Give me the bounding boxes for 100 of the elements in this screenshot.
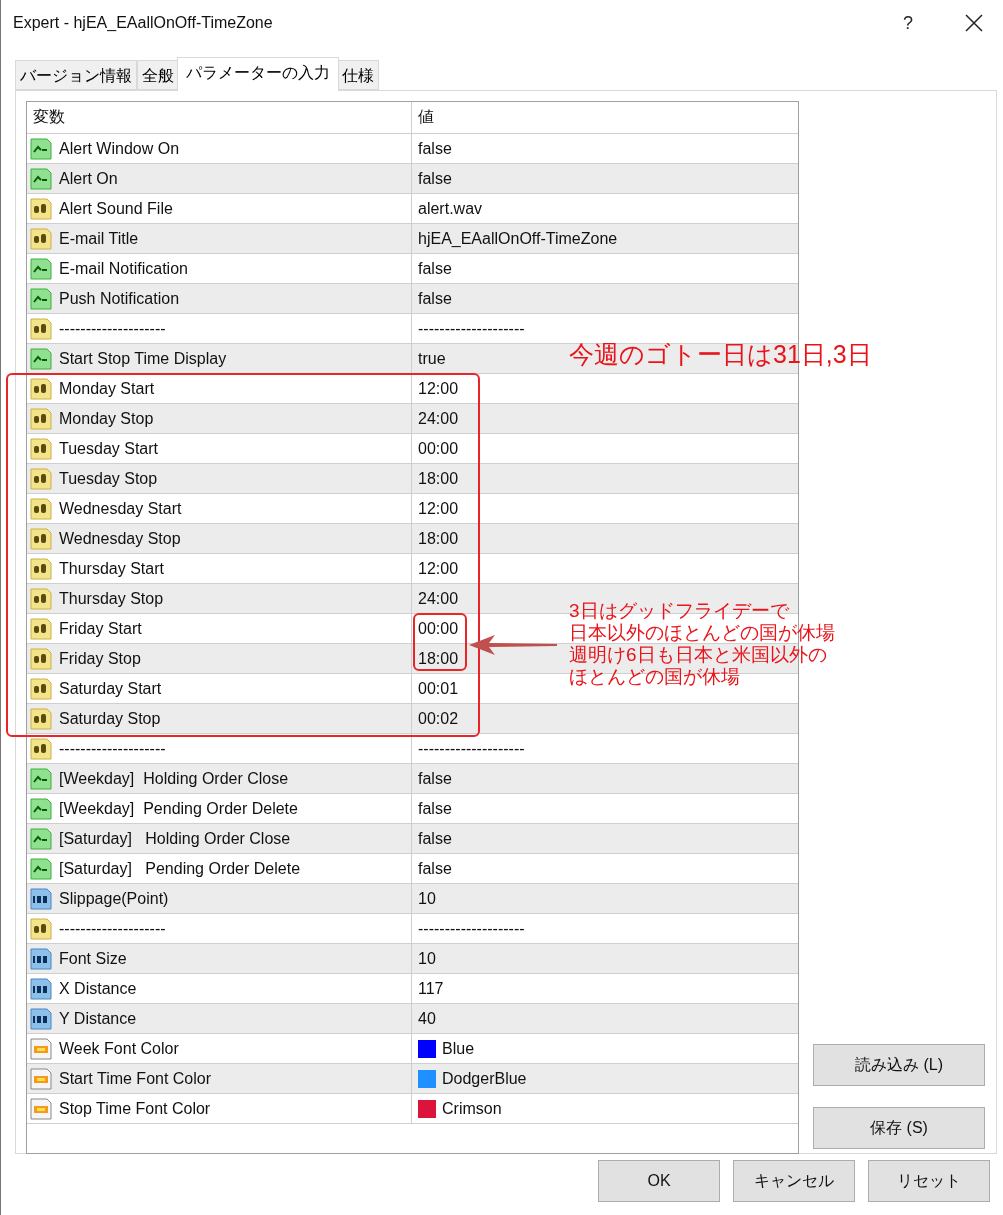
parameter-name: Friday Start — [59, 619, 142, 638]
parameter-name: Friday Stop — [59, 649, 141, 668]
curve-icon — [29, 256, 53, 281]
parameter-value[interactable]: Blue — [442, 1039, 475, 1058]
parameter-value[interactable]: 117 — [418, 979, 444, 998]
curve-icon — [29, 166, 53, 191]
parameter-value[interactable]: true — [418, 349, 446, 368]
number-variable-icon — [29, 976, 53, 1001]
parameter-name: Alert Window On — [59, 139, 180, 158]
parameter-value[interactable]: -------------------- — [418, 739, 525, 758]
parameter-name: Saturday Start — [59, 679, 162, 698]
text-variable-icon — [29, 496, 53, 521]
number-variable-icon — [29, 946, 53, 971]
parameter-value[interactable]: alert.wav — [418, 199, 483, 218]
text-variable-icon — [29, 526, 53, 551]
parameter-value[interactable]: false — [418, 259, 452, 278]
parameter-value[interactable]: 00:01 — [418, 679, 459, 698]
parameter-value[interactable]: 18:00 — [418, 469, 459, 488]
curve-icon — [29, 856, 53, 881]
arrow-icon — [469, 633, 557, 657]
parameter-name: Tuesday Start — [59, 439, 158, 458]
parameter-name: Y Distance — [59, 1009, 137, 1028]
annotation-text: 週明け6日も日本と米国以外の — [569, 644, 828, 666]
parameter-name: Alert On — [59, 169, 118, 188]
column-header: 変数 — [27, 102, 412, 133]
text-variable-icon — [29, 436, 53, 461]
parameter-value[interactable]: false — [418, 799, 452, 818]
annotation-text: ほとんどの国が休場 — [569, 666, 741, 688]
parameter-name: Thursday Stop — [59, 589, 164, 608]
text-variable-icon — [29, 736, 53, 761]
parameter-value[interactable]: false — [418, 769, 452, 788]
text-variable-icon — [29, 556, 53, 581]
curve-icon — [29, 766, 53, 791]
parameter-value[interactable]: 10 — [418, 889, 436, 908]
tab[interactable]: 仕様 — [337, 60, 379, 90]
parameter-name: Stop Time Font Color — [59, 1099, 211, 1118]
curve-icon — [29, 796, 53, 821]
parameter-name: [Saturday] Pending Order Delete — [59, 859, 301, 878]
parameter-name: Monday Stop — [59, 409, 154, 428]
parameter-name: -------------------- — [59, 739, 166, 758]
parameter-name: Monday Start — [59, 379, 155, 398]
parameter-value[interactable]: 40 — [418, 1009, 436, 1028]
parameter-name: Week Font Color — [59, 1039, 179, 1058]
parameter-name: Start Time Font Color — [59, 1069, 212, 1088]
parameter-value[interactable]: false — [418, 859, 452, 878]
dialog-button[interactable]: リセット — [868, 1160, 990, 1202]
parameter-value[interactable]: 24:00 — [418, 589, 459, 608]
curve-icon — [29, 136, 53, 161]
parameter-name: Slippage(Point) — [59, 889, 169, 908]
parameter-value[interactable]: hjEA_EAallOnOff-TimeZone — [418, 229, 618, 248]
parameter-name: Push Notification — [59, 289, 180, 308]
parameter-value[interactable]: -------------------- — [418, 319, 525, 338]
dialog-button[interactable]: キャンセル — [733, 1160, 855, 1202]
parameter-name: Thursday Start — [59, 559, 164, 578]
parameter-name: [Saturday] Holding Order Close — [59, 829, 291, 848]
parameter-name: Alert Sound File — [59, 199, 173, 218]
annotation-text: 今週のゴトー日は31日,3日 — [569, 339, 872, 370]
parameter-value[interactable]: 00:00 — [418, 439, 459, 458]
parameter-value[interactable]: 12:00 — [418, 559, 459, 578]
parameter-value[interactable]: 12:00 — [418, 379, 459, 398]
parameter-name: Wednesday Start — [59, 499, 182, 518]
text-variable-icon — [29, 916, 53, 941]
text-variable-icon — [29, 586, 53, 611]
text-variable-icon — [29, 376, 53, 401]
parameter-value[interactable]: -------------------- — [418, 919, 525, 938]
annotation-text: 3日はグッドフライデーで — [569, 600, 790, 622]
parameter-value[interactable]: DodgerBlue — [442, 1069, 527, 1088]
parameter-value[interactable]: 18:00 — [418, 529, 459, 548]
parameter-name: Start Stop Time Display — [59, 349, 227, 368]
parameter-name: Wednesday Stop — [59, 529, 181, 548]
parameter-value[interactable]: 10 — [418, 949, 436, 968]
parameter-value[interactable]: false — [418, 139, 452, 158]
parameter-value[interactable]: 00:02 — [418, 709, 459, 728]
parameter-value[interactable]: false — [418, 289, 452, 308]
help-button[interactable]: ? — [885, 12, 931, 34]
text-variable-icon — [29, 406, 53, 431]
parameter-value[interactable]: false — [418, 829, 452, 848]
tab[interactable]: バージョン情報 — [15, 60, 137, 90]
parameter-name: -------------------- — [59, 319, 166, 338]
parameter-value[interactable]: false — [418, 169, 452, 188]
tab[interactable]: 全般 — [137, 60, 179, 90]
dialog-button[interactable]: OK — [598, 1160, 720, 1202]
parameter-value[interactable]: Crimson — [442, 1099, 502, 1118]
number-variable-icon — [29, 1006, 53, 1031]
parameter-value[interactable]: 12:00 — [418, 499, 459, 518]
tab[interactable]: パラメーターの入力 — [177, 57, 339, 91]
parameter-name: [Weekday] Pending Order Delete — [59, 799, 298, 818]
parameter-value[interactable]: 00:00 — [418, 619, 459, 638]
parameter-value[interactable]: 18:00 — [418, 649, 459, 668]
parameter-name: Tuesday Stop — [59, 469, 158, 488]
load-button[interactable]: 読み込み (L) — [813, 1044, 985, 1086]
number-variable-icon — [29, 886, 53, 911]
window-title: Expert - hjEA_EAallOnOff-TimeZone — [13, 14, 274, 32]
save-button[interactable]: 保存 (S) — [813, 1107, 985, 1149]
parameter-name: [Weekday] Holding Order Close — [59, 769, 289, 788]
text-variable-icon — [29, 616, 53, 641]
annotation-text: 日本以外のほとんどの国が休場 — [569, 622, 835, 644]
parameter-value[interactable]: 24:00 — [418, 409, 459, 428]
text-variable-icon — [29, 646, 53, 671]
text-variable-icon — [29, 226, 53, 251]
